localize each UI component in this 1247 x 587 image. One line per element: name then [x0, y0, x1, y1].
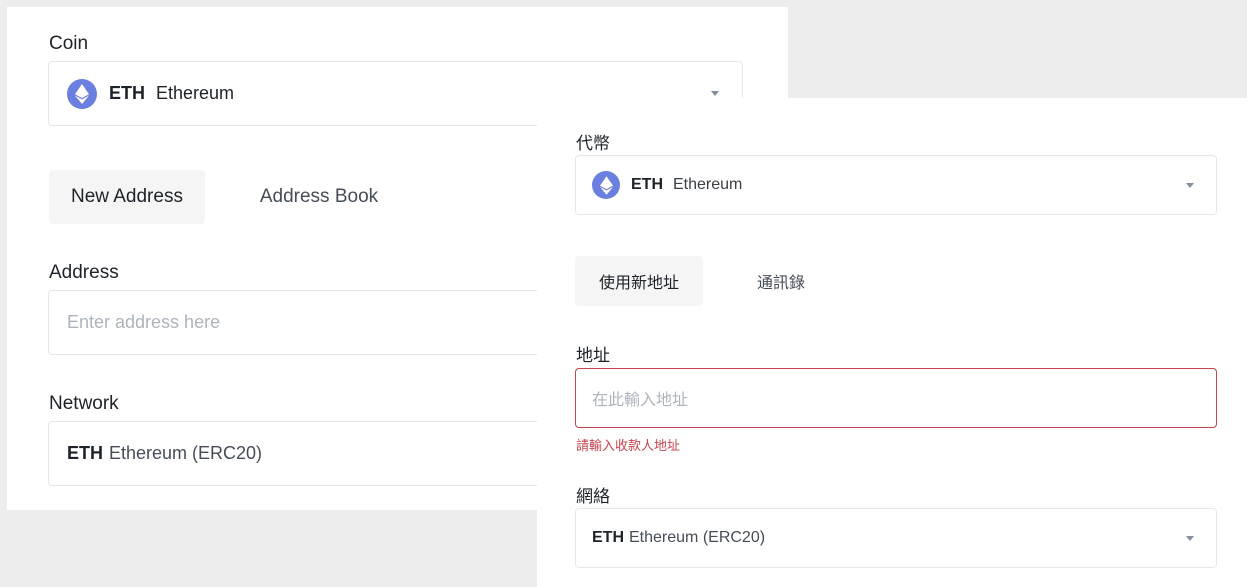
- coin-label: 代幣: [576, 134, 610, 153]
- coin-symbol: ETH: [109, 83, 145, 103]
- ethereum-icon: [592, 171, 620, 199]
- network-label: Network: [49, 393, 119, 414]
- address-label: 地址: [576, 346, 610, 365]
- tab-new-address[interactable]: 使用新地址: [575, 256, 703, 306]
- chevron-down-icon[interactable]: [1186, 183, 1194, 188]
- ethereum-icon: [67, 78, 97, 109]
- chevron-down-icon[interactable]: [711, 91, 719, 96]
- address-placeholder: 在此輸入地址: [592, 392, 689, 409]
- chevron-down-icon[interactable]: [1186, 536, 1194, 541]
- tab-new-address[interactable]: New Address: [49, 170, 205, 224]
- tab-address-book[interactable]: 通訊錄: [733, 256, 829, 306]
- address-input[interactable]: 在此輸入地址: [575, 368, 1217, 428]
- coin-name: Ethereum: [156, 83, 235, 103]
- withdraw-form-chinese: 代幣 ETH Ethereum 使用新地址 通訊錄 地址 在此輸入地址 請輸入收…: [537, 98, 1247, 587]
- address-label: Address: [49, 262, 119, 283]
- coin-symbol: ETH: [631, 176, 663, 193]
- network-select[interactable]: ETH Ethereum (ERC20): [575, 508, 1217, 568]
- network-symbol: ETH: [67, 443, 103, 463]
- network-symbol: ETH: [592, 529, 624, 546]
- network-name: Ethereum (ERC20): [109, 443, 263, 463]
- tab-address-book[interactable]: Address Book: [237, 170, 401, 224]
- coin-select[interactable]: ETH Ethereum: [575, 155, 1217, 215]
- coin-name: Ethereum: [673, 176, 743, 193]
- network-label: 網絡: [576, 487, 610, 506]
- network-name: Ethereum (ERC20): [629, 529, 766, 546]
- address-placeholder: Enter address here: [67, 312, 221, 332]
- coin-label: Coin: [49, 33, 89, 54]
- address-error-message: 請輸入收款人地址: [576, 438, 681, 453]
